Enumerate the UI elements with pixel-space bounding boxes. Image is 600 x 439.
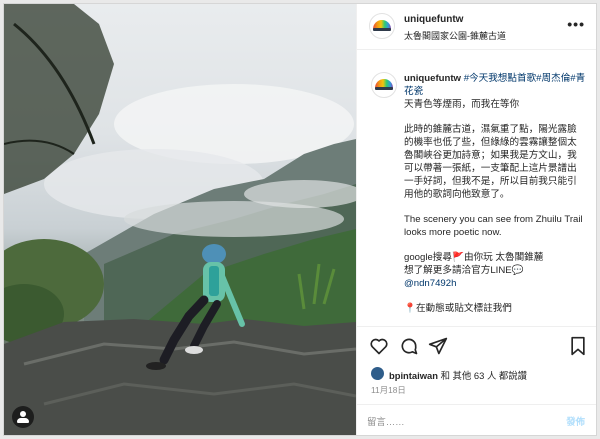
post-photo[interactable] xyxy=(4,4,356,435)
more-options-icon[interactable]: ••• xyxy=(567,16,585,32)
liker-username[interactable]: bpintaiwan xyxy=(389,370,438,381)
post-comment-button[interactable]: 發佈 xyxy=(566,414,585,428)
caption-username[interactable]: uniquefuntw xyxy=(404,73,461,84)
comment-input[interactable] xyxy=(367,413,547,429)
caption-line1: 天青色等煙雨，而我在等你 xyxy=(404,99,520,110)
header-location[interactable]: 太魯閣國家公園-錐麓古道 xyxy=(404,29,506,42)
post-header: uniquefuntw 太魯閣國家公園-錐麓古道 ••• xyxy=(357,4,596,50)
caption-promo4: 📍在動態或貼文標註我們 xyxy=(404,303,512,314)
likes-count-text[interactable]: 和 其他 63 人 都說讚 xyxy=(441,370,527,381)
caption-para1: 此時的錐麓古道，濕氣重了點，陽光露臉的機率也低了些，但綠綠的雲霧讓整個太魯閣峽谷… xyxy=(404,124,577,200)
comment-icon[interactable] xyxy=(399,336,419,356)
share-icon[interactable] xyxy=(428,336,448,356)
comment-bar: 發佈 xyxy=(357,404,596,435)
instagram-post-window: uniquefuntw 太魯閣國家公園-錐麓古道 ••• uniquefuntw… xyxy=(3,3,597,436)
caption-promo2: 想了解更多請洽官方LINE💬 xyxy=(404,265,524,276)
tagged-user-icon[interactable] xyxy=(12,406,34,428)
liker-avatar[interactable] xyxy=(371,367,384,380)
landscape-illustration xyxy=(4,4,356,435)
caption-avatar[interactable] xyxy=(371,72,397,98)
caption-area: uniquefuntw #今天我想點首歌#周杰倫#青花瓷 天青色等煙雨，而我在等… xyxy=(357,50,596,326)
header-username[interactable]: uniquefuntw xyxy=(404,14,463,25)
action-bar: bpintaiwan 和 其他 63 人 都說讚 11月18日 發佈 xyxy=(357,326,596,435)
profile-avatar[interactable] xyxy=(369,13,395,39)
caption-text: uniquefuntw #今天我想點首歌#周杰倫#青花瓷 天青色等煙雨，而我在等… xyxy=(404,72,586,315)
caption-promo1: google搜尋🚩由你玩 太魯閣錐麓 xyxy=(404,252,544,263)
post-side-panel: uniquefuntw 太魯閣國家公園-錐麓古道 ••• uniquefuntw… xyxy=(356,4,596,435)
heart-icon[interactable] xyxy=(369,336,389,356)
likes-text[interactable]: bpintaiwan 和 其他 63 人 都說讚 xyxy=(389,368,527,382)
bookmark-icon[interactable] xyxy=(569,336,587,356)
caption-para2: The scenery you can see from Zhuilu Trai… xyxy=(404,214,583,238)
post-date[interactable]: 11月18日 xyxy=(371,384,406,396)
caption-line-id[interactable]: @ndn7492h xyxy=(404,277,586,290)
